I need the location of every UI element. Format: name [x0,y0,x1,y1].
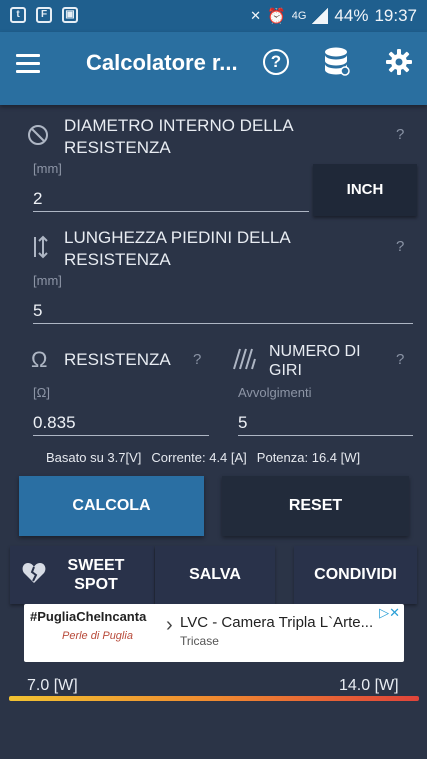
flipboard-notification-icon: F [36,7,52,23]
ad-choices-icon[interactable]: ▷✕ [379,605,400,621]
resistenza-input[interactable]: 0.835 [33,413,76,433]
sweet-spot-label-line1: SWEET [67,557,125,574]
giri-help-icon[interactable]: ? [396,351,404,368]
clock: 19:37 [374,6,417,25]
page-title: Calcolatore r... [86,50,238,75]
notification-icons: t F ▣ [10,7,78,23]
lunghezza-input[interactable]: 5 [33,301,42,321]
diametro-label-line2: RESISTENZA [64,138,171,157]
diametro-underline [33,211,309,212]
diametro-help-icon[interactable]: ? [396,126,404,143]
result-info-row: Basato su 3.7[V] Corrente: 4.4 [A] Poten… [46,450,360,465]
broken-heart-icon [22,562,46,589]
resistenza-label: RESISTENZA [64,350,171,369]
diametro-input[interactable]: 2 [33,189,42,209]
corrente-text: Corrente: 4.4 [A] [151,450,247,465]
ad-subline: Tricase [180,634,219,648]
length-arrows-icon [30,235,48,265]
giri-input[interactable]: 5 [238,413,247,433]
range-min-label: 7.0 [W] [27,677,78,694]
ad-logo: Perle di Puglia [62,630,133,642]
diametro-unit: [mm] [33,161,62,176]
resistenza-underline [33,435,209,436]
ad-chevron-icon: › [166,614,173,636]
status-bar: t F ▣ ✕ ⏰ 4G 44% 19:37 [0,0,427,32]
ad-banner[interactable]: #PugliaCheIncanta Perle di Puglia › LVC … [24,604,404,662]
lunghezza-help-icon[interactable]: ? [396,238,404,255]
ohm-icon: Ω [31,347,48,372]
diametro-label: DIAMETRO INTERNO DELLA RESISTENZA [64,115,294,159]
app-bar: Calcolatore r... ? [0,32,427,105]
giri-label: NUMERO DI GIRI [269,342,361,380]
lunghezza-label: LUNGHEZZA PIEDINI DELLA RESISTENZA [64,227,291,271]
giri-underline [238,435,413,436]
lunghezza-label-line1: LUNGHEZZA PIEDINI DELLA [64,228,291,247]
lunghezza-unit: [mm] [33,273,62,288]
condividi-button[interactable]: CONDIVIDI [294,546,417,604]
system-icons: ✕ ⏰ 4G 44% 19:37 [250,6,417,26]
ad-brand: #PugliaCheIncanta [30,609,147,624]
sweet-spot-label-line2: SPOT [74,576,118,593]
diametro-label-line1: DIAMETRO INTERNO DELLA [64,116,294,135]
inch-button[interactable]: INCH [313,164,417,216]
giri-label-line2: GIRI [269,362,302,379]
resistenza-unit: [Ω] [33,385,50,400]
giri-unit: Avvolgimenti [238,385,312,400]
basato-text: Basato su 3.7[V] [46,450,142,465]
resistenza-help-icon[interactable]: ? [193,351,201,368]
settings-gear-icon[interactable] [386,49,412,75]
reset-button[interactable]: RESET [222,476,409,536]
battery-percentage: 44% [334,6,369,25]
image-notification-icon: ▣ [62,7,78,23]
alarm-icon: ⏰ [267,8,286,25]
diameter-icon [27,124,49,152]
power-range-bar [9,696,419,701]
potenza-text: Potenza: 16.4 [W] [256,450,361,465]
menu-icon[interactable] [16,54,40,73]
salva-button[interactable]: SALVA [155,546,275,604]
range-max-label: 14.0 [W] [339,677,399,694]
help-icon[interactable]: ? [263,49,289,75]
signal-icon [312,8,329,24]
network-type-label: 4G [291,10,307,22]
sweet-spot-button[interactable]: SWEET SPOT [10,546,154,604]
mute-icon: ✕ [250,8,262,23]
lunghezza-underline [33,323,413,324]
giri-label-line1: NUMERO DI [269,343,361,360]
ad-headline[interactable]: LVC - Camera Tripla L`Arte... [180,614,373,631]
lunghezza-label-line2: RESISTENZA [64,250,171,269]
database-icon[interactable] [324,46,350,78]
calcola-button[interactable]: CALCOLA [19,476,204,536]
app-notification-icon: t [10,7,26,23]
coil-icon [232,347,256,377]
